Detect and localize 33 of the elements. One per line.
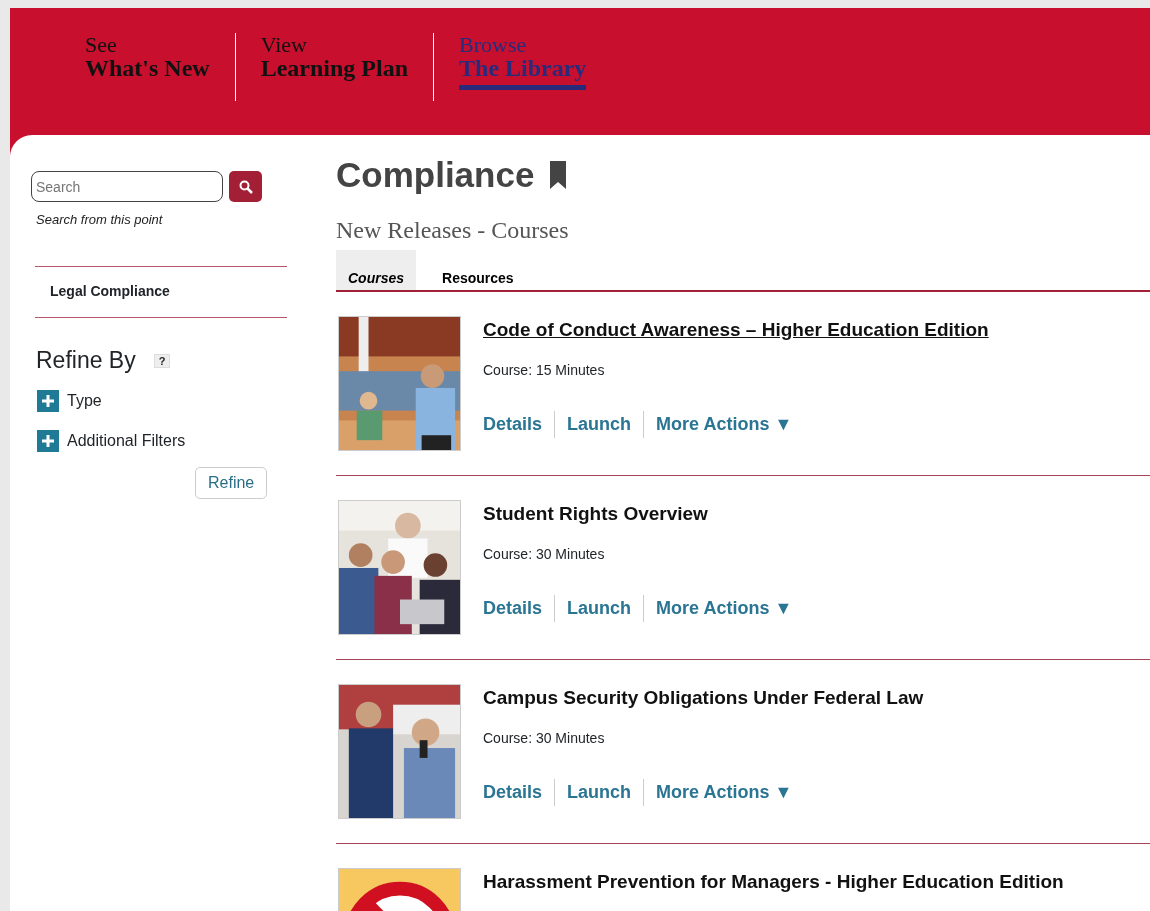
tab[interactable]: Resources — [430, 249, 526, 290]
course-duration: Course: 15 Minutes — [483, 361, 606, 380]
course-duration: Course: 30 Minutes — [483, 545, 606, 564]
tab[interactable]: Courses — [336, 249, 417, 290]
search-field[interactable]: Search — [31, 171, 223, 202]
action-link[interactable]: More Actions ▼ — [643, 595, 805, 622]
refine-title: Refine By — [36, 346, 136, 373]
page-title: Compliance — [336, 154, 535, 196]
action-link[interactable]: Details — [483, 779, 555, 806]
course-title[interactable]: Harassment Prevention for Managers - Higher Education Edition — [483, 870, 1064, 892]
action-link[interactable]: More Actions ▼ — [643, 779, 805, 806]
nav-link[interactable]: See What's New — [85, 33, 235, 86]
search-hint: Search from this point — [36, 211, 164, 229]
action-link[interactable]: Launch — [554, 595, 644, 622]
section-title: New Releases - Courses — [336, 215, 570, 245]
filter-label[interactable]: Additional Filters — [67, 429, 186, 453]
category-link[interactable]: Legal Compliance — [50, 282, 170, 299]
course-duration: Course: 30 Minutes — [483, 729, 606, 748]
action-link[interactable]: Launch — [554, 411, 644, 438]
action-link[interactable]: Launch — [554, 779, 644, 806]
action-link[interactable]: Details — [483, 595, 555, 622]
course-title[interactable]: Code of Conduct Awareness – Higher Education Edition — [483, 318, 989, 340]
bookmark-icon[interactable] — [550, 161, 567, 190]
search-icon — [238, 179, 253, 194]
course-title[interactable]: Campus Security Obligations Under Federal Law — [483, 686, 924, 708]
course-title[interactable]: Student Rights Overview — [483, 502, 708, 524]
help-icon[interactable]: ? — [153, 354, 171, 369]
nav-link[interactable]: View Learning Plan — [260, 33, 434, 86]
action-link[interactable]: Details — [483, 411, 555, 438]
filter-label[interactable]: Type — [67, 389, 102, 413]
refine-button[interactable]: Refine — [195, 467, 268, 499]
search-button[interactable] — [229, 171, 262, 202]
action-link[interactable]: More Actions ▼ — [643, 411, 805, 438]
